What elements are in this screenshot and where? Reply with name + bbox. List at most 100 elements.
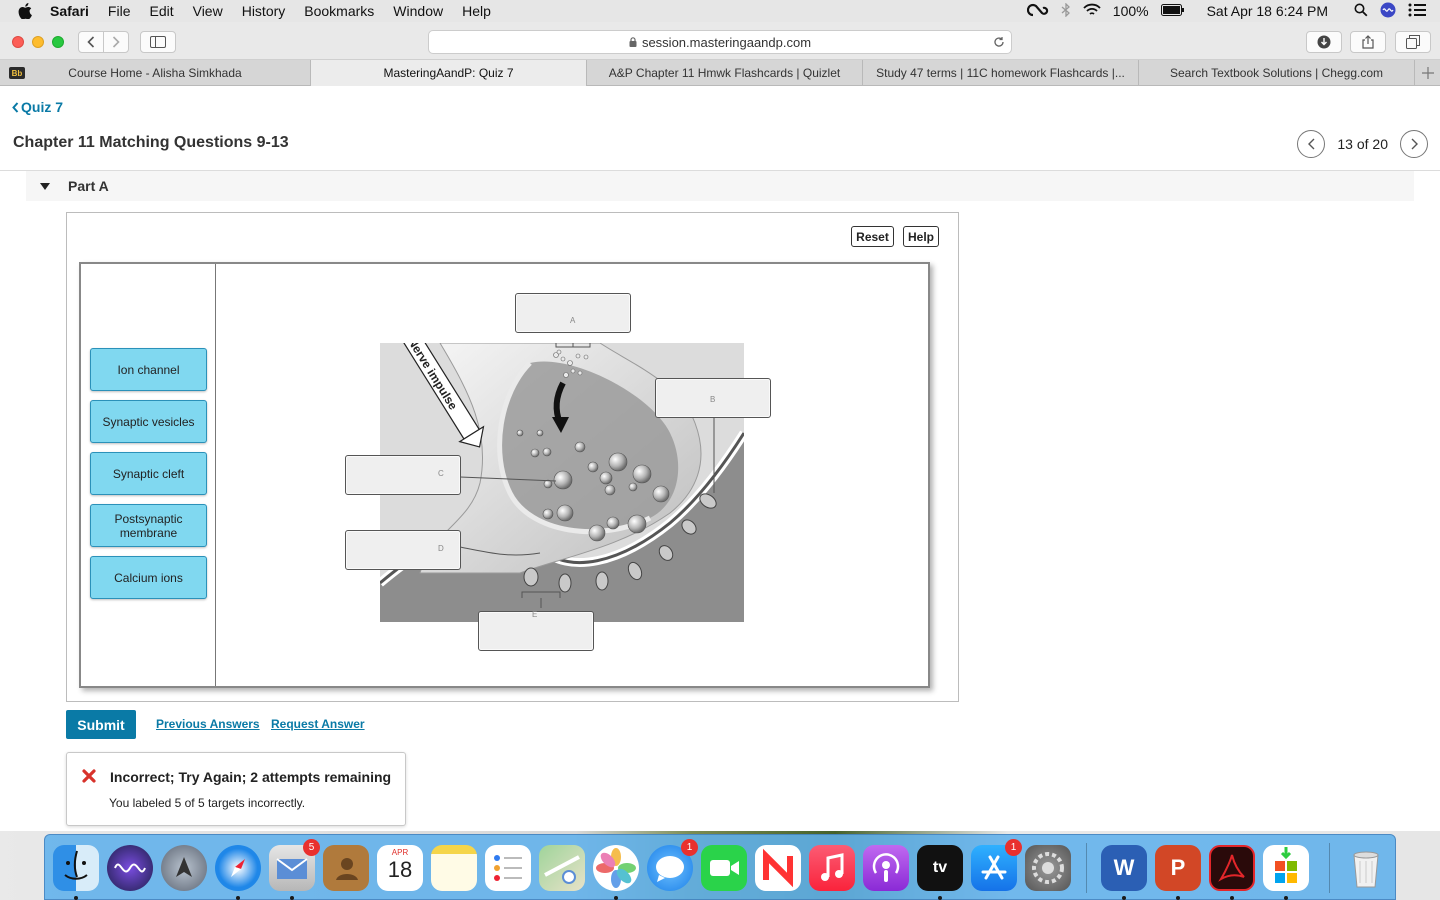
messages-icon[interactable]: 1 <box>647 839 698 891</box>
running-indicator <box>236 896 240 900</box>
acrobat-reader-icon[interactable] <box>1209 845 1255 891</box>
wifi-icon[interactable] <box>1083 3 1101 20</box>
menu-window[interactable]: Window <box>393 3 443 19</box>
microsoft-installer-icon[interactable] <box>1263 845 1309 891</box>
reload-icon[interactable] <box>993 36 1005 48</box>
tab-quizlet[interactable]: A&P Chapter 11 Hmwk Flashcards | Quizlet <box>587 60 863 86</box>
download-icon <box>1317 35 1331 49</box>
creative-cloud-icon[interactable] <box>1026 3 1049 20</box>
facetime-icon[interactable] <box>701 845 747 891</box>
app-store-icon[interactable]: 1 <box>971 839 1022 891</box>
sidebar-toggle-button[interactable] <box>140 31 176 53</box>
trash-icon[interactable] <box>1343 845 1389 891</box>
caret-down-icon[interactable] <box>40 182 50 190</box>
tab-bar: Bb Course Home - Alisha Simkhada Masteri… <box>0 60 1440 86</box>
launchpad-icon[interactable] <box>161 845 207 891</box>
microsoft-powerpoint-icon[interactable]: P <box>1155 845 1201 891</box>
notification-center-icon[interactable] <box>1408 3 1426 20</box>
news-icon[interactable] <box>755 845 801 891</box>
back-button[interactable] <box>78 31 104 53</box>
tab-overview-button[interactable] <box>1395 31 1431 53</box>
tab-label: Search Textbook Solutions | Chegg.com <box>1169 66 1384 80</box>
clock[interactable]: Sat Apr 18 6:24 PM <box>1207 3 1328 19</box>
address-bar[interactable]: session.masteringaandp.com <box>428 30 1012 54</box>
microsoft-word-icon[interactable]: W <box>1101 845 1147 891</box>
notes-icon[interactable] <box>431 845 477 891</box>
forward-button[interactable] <box>103 31 129 53</box>
podcasts-icon[interactable] <box>863 845 909 891</box>
previous-question-button[interactable] <box>1297 130 1326 158</box>
feedback-detail: You labeled 5 of 5 targets incorrectly. <box>109 796 306 810</box>
url-text: session.masteringaandp.com <box>641 34 812 50</box>
chevron-right-icon <box>1411 138 1418 150</box>
battery-icon[interactable] <box>1160 3 1185 19</box>
request-answer-link[interactable]: Request Answer <box>271 717 365 731</box>
tab-chegg[interactable]: Search Textbook Solutions | Chegg.com <box>1139 60 1415 86</box>
reset-button[interactable]: Reset <box>851 226 894 247</box>
mail-badge: 5 <box>303 839 320 856</box>
label-postsynaptic-membrane[interactable]: Postsynaptic membrane <box>90 504 207 547</box>
next-question-button[interactable] <box>1400 130 1428 158</box>
drop-target-e[interactable]: E <box>478 610 594 651</box>
share-button[interactable] <box>1350 31 1386 53</box>
drop-target-b[interactable]: B <box>655 378 771 418</box>
contacts-icon[interactable] <box>323 845 369 891</box>
label-ion-channel[interactable]: Ion channel <box>90 348 207 391</box>
breadcrumb-quiz[interactable]: Quiz 7 <box>21 99 63 115</box>
drop-target-d[interactable]: D <box>345 530 461 570</box>
part-header[interactable]: Part A <box>26 171 1414 201</box>
messages-badge: 1 <box>681 839 698 856</box>
label-bank: Ion channel Synaptic vesicles Synaptic c… <box>81 264 216 686</box>
previous-answers-link[interactable]: Previous Answers <box>156 717 260 731</box>
calendar-day: 18 <box>387 857 413 882</box>
tab-study-terms[interactable]: Study 47 terms | 11C homework Flashcards… <box>863 60 1139 86</box>
menu-view[interactable]: View <box>193 3 223 19</box>
menu-history[interactable]: History <box>242 3 286 19</box>
label-calcium-ions[interactable]: Calcium ions <box>90 556 207 599</box>
page-content: Quiz 7 Chapter 11 Matching Questions 9-1… <box>0 86 1440 831</box>
question-card: Reset Help Ion channel Synaptic vesicles… <box>66 212 959 702</box>
new-tab-button[interactable] <box>1415 60 1440 86</box>
question-pager: 13 of 20 <box>1297 130 1428 158</box>
menu-help[interactable]: Help <box>462 3 491 19</box>
calendar-icon[interactable]: APR 18 <box>377 845 423 891</box>
tab-mastering-quiz[interactable]: MasteringAandP: Quiz 7 <box>311 60 587 86</box>
zoom-window-button[interactable] <box>52 36 64 48</box>
drop-target-c[interactable]: C <box>345 455 461 495</box>
apple-tv-icon[interactable]: tv <box>917 845 963 891</box>
plus-icon <box>1421 67 1434 79</box>
submit-button[interactable]: Submit <box>66 710 136 739</box>
bluetooth-icon[interactable] <box>1061 1 1071 20</box>
menu-edit[interactable]: Edit <box>149 3 173 19</box>
siri-dock-icon[interactable] <box>107 845 153 891</box>
menu-bookmarks[interactable]: Bookmarks <box>304 3 374 19</box>
apple-icon[interactable] <box>18 3 36 19</box>
tab-label: Course Home - Alisha Simkhada <box>68 66 242 80</box>
spotlight-search-icon[interactable] <box>1354 3 1368 20</box>
chevron-left-icon <box>12 102 19 113</box>
finder-icon[interactable] <box>53 845 99 891</box>
menu-file[interactable]: File <box>108 3 131 19</box>
minimize-window-button[interactable] <box>32 36 44 48</box>
drop-target-a[interactable]: A <box>515 293 631 333</box>
tab-course-home[interactable]: Bb Course Home - Alisha Simkhada <box>0 60 311 86</box>
help-button[interactable]: Help <box>903 226 939 247</box>
system-preferences-icon[interactable] <box>1025 845 1071 891</box>
label-synaptic-vesicles[interactable]: Synaptic vesicles <box>90 400 207 443</box>
menu-app-name[interactable]: Safari <box>50 3 89 19</box>
downloads-button[interactable] <box>1306 31 1342 53</box>
siri-icon[interactable] <box>1380 2 1396 21</box>
feedback-title: Incorrect; Try Again; 2 attempts remaini… <box>110 769 392 785</box>
label-synaptic-cleft[interactable]: Synaptic cleft <box>90 452 207 495</box>
powerpoint-letter: P <box>1170 855 1186 880</box>
safari-dock-icon[interactable] <box>215 845 261 891</box>
mail-icon[interactable]: 5 <box>269 839 320 891</box>
running-indicator <box>1284 896 1288 900</box>
photos-icon[interactable] <box>593 845 639 891</box>
breadcrumb[interactable]: Quiz 7 <box>12 99 63 115</box>
reminders-icon[interactable] <box>485 845 531 891</box>
music-icon[interactable] <box>809 845 855 891</box>
close-window-button[interactable] <box>12 36 24 48</box>
dock: 5 APR 18 1 tv 1 W P <box>44 834 1396 900</box>
maps-icon[interactable] <box>539 845 585 891</box>
